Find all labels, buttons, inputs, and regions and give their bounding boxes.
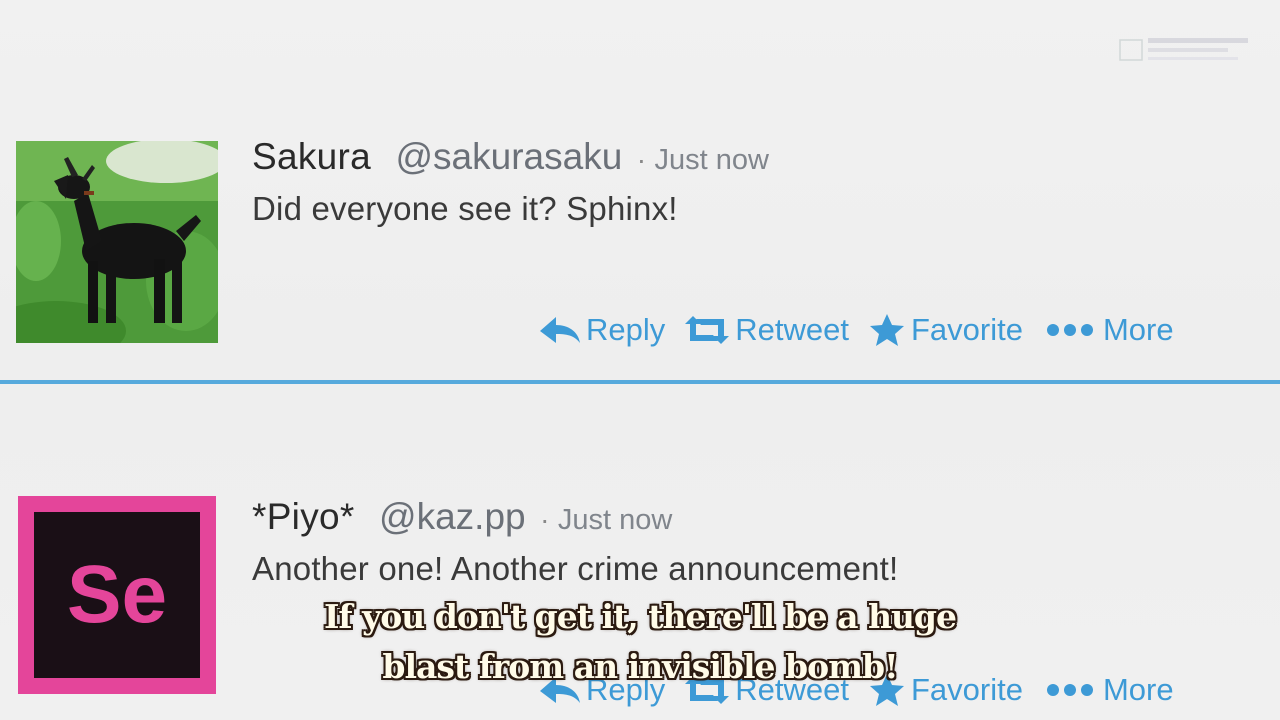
separator-dot: · (540, 504, 550, 535)
tweet-actions: Reply Retweet Favorite More (538, 312, 1192, 348)
tweet-text: Another one! Another crime announcement! (252, 550, 899, 587)
timestamp[interactable]: Just now (655, 144, 769, 176)
timestamp[interactable]: Just now (558, 504, 672, 536)
reply-icon (540, 317, 580, 343)
tweet-text: Did everyone see it? Sphinx! (252, 190, 678, 227)
star-icon (870, 314, 904, 346)
reply-button[interactable]: Reply (538, 312, 665, 348)
timeline-screen: Sakura @sakurasaku · Just now Did everyo… (0, 0, 1280, 720)
separator-dot: · (636, 144, 647, 175)
user-handle[interactable]: @sakurasaku (396, 136, 623, 177)
display-name[interactable]: *Piyo* (252, 496, 355, 537)
display-name[interactable]: Sakura (252, 136, 371, 177)
reply-label: Reply (586, 312, 666, 347)
tweet-item[interactable]: Sakura @sakurasaku · Just now Did everyo… (0, 0, 1280, 380)
tweet-header: *Piyo* @kaz.pp · Just now (252, 496, 672, 538)
retweet-button[interactable]: Retweet (683, 312, 849, 348)
user-handle[interactable]: @kaz.pp (379, 496, 526, 537)
favorite-label: Favorite (911, 312, 1023, 347)
more-label: More (1102, 312, 1174, 347)
goat-avatar-image (16, 141, 218, 343)
retweet-icon (685, 316, 730, 344)
subtitle-overlay: If you don't get it, there'll be a huge … (0, 592, 1280, 692)
more-dots-icon (1046, 324, 1093, 336)
more-button[interactable]: More (1041, 312, 1174, 348)
favorite-button[interactable]: Favorite (867, 312, 1023, 348)
avatar[interactable] (16, 141, 218, 343)
subtitle-line-1: If you don't get it, there'll be a huge (323, 597, 957, 636)
tweet-header: Sakura @sakurasaku · Just now (252, 136, 769, 178)
subtitle-line-2: blast from an invisible bomb! (382, 647, 898, 686)
retweet-label: Retweet (735, 312, 849, 347)
